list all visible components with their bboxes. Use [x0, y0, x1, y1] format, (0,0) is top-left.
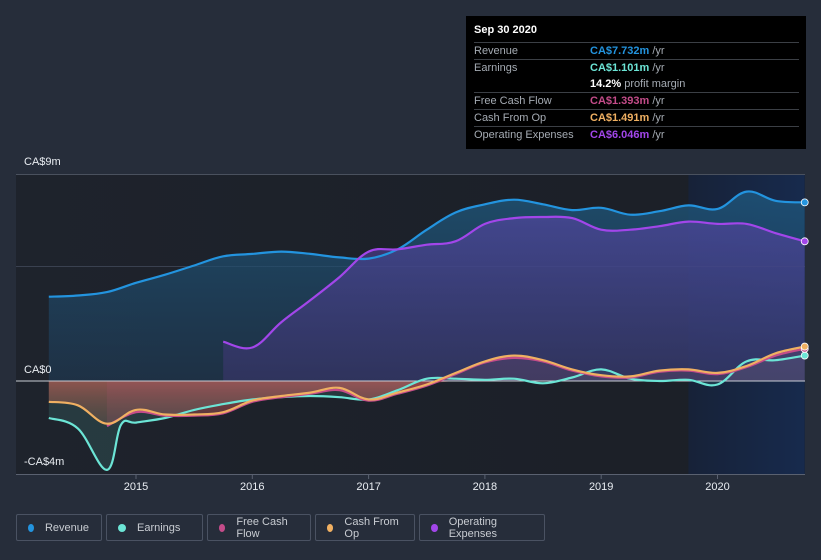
chart-legend: Revenue Earnings Free Cash Flow Cash Fro… [16, 514, 545, 541]
legend-label: Earnings [137, 521, 181, 534]
endpoint-marker-earnings [800, 351, 809, 360]
legend-item-free-cash-flow[interactable]: Free Cash Flow [207, 514, 311, 541]
legend-dot-icon [431, 523, 438, 532]
x-tick-label: 2020 [705, 481, 730, 493]
tooltip-unit: /yr [652, 95, 665, 107]
tooltip-panel: Sep 30 2020 Revenue CA$7.732m /yr Earnin… [466, 16, 806, 149]
y-tick-label-top: CA$9m [24, 156, 61, 168]
tooltip-value: CA$7.732m [590, 45, 650, 57]
tooltip-row-free-cash-flow: Free Cash Flow CA$1.393m /yr [474, 92, 799, 109]
tooltip-label: Cash From Op [474, 112, 547, 124]
tooltip-value: CA$1.491m [590, 112, 650, 124]
x-tick-label: 2018 [472, 481, 498, 493]
tooltip-label: Operating Expenses [474, 129, 574, 141]
profit-margin-label: profit margin [624, 78, 686, 90]
tooltip-value: CA$1.393m [590, 95, 650, 107]
x-tick-label: 2016 [240, 481, 265, 493]
tooltip-row-operating-expenses: Operating Expenses CA$6.046m /yr [474, 126, 799, 143]
tooltip-row-cash-from-op: Cash From Op CA$1.491m /yr [474, 109, 799, 126]
x-tick-label: 2019 [588, 481, 614, 493]
endpoint-marker-cash-from-op [800, 342, 809, 351]
x-tick-label: 2015 [123, 481, 149, 493]
legend-label: Cash From Op [344, 515, 399, 540]
endpoint-marker-operating-expenses [800, 237, 809, 246]
tooltip-unit: /yr [652, 62, 665, 74]
legend-dot-icon [219, 523, 226, 532]
y-tick-label-zero: CA$0 [24, 364, 52, 376]
legend-dot-icon [327, 523, 334, 532]
tooltip-unit: /yr [652, 129, 665, 141]
legend-item-operating-expenses[interactable]: Operating Expenses [419, 514, 545, 541]
endpoint-marker-revenue [800, 198, 809, 207]
tooltip-value: CA$1.101m [590, 62, 650, 74]
tooltip-row-earnings: Earnings CA$1.101m /yr [474, 59, 799, 76]
legend-dot-icon [28, 523, 34, 532]
legend-item-revenue[interactable]: Revenue [16, 514, 102, 541]
x-tick-label: 2017 [356, 481, 381, 493]
tooltip-value: CA$6.046m [590, 129, 650, 141]
legend-item-earnings[interactable]: Earnings [106, 514, 203, 541]
tooltip-label: Revenue [474, 45, 519, 57]
tooltip-label: Free Cash Flow [474, 95, 552, 107]
profit-margin-value: 14.2% [590, 78, 622, 90]
tooltip-row-profit-margin: 14.2% profit margin [474, 76, 799, 92]
y-tick-label-bottom: -CA$4m [24, 456, 65, 468]
legend-item-cash-from-op[interactable]: Cash From Op [315, 514, 415, 541]
tooltip-unit: /yr [652, 112, 665, 124]
tooltip-date: Sep 30 2020 [474, 24, 537, 36]
legend-dot-icon [118, 523, 126, 532]
tooltip-row-revenue: Revenue CA$7.732m /yr [474, 42, 799, 59]
tooltip-unit: /yr [652, 45, 665, 57]
legend-label: Revenue [44, 521, 89, 534]
tooltip-label: Earnings [474, 62, 518, 74]
legend-label: Operating Expenses [448, 515, 497, 540]
legend-label: Free Cash Flow [236, 515, 288, 540]
